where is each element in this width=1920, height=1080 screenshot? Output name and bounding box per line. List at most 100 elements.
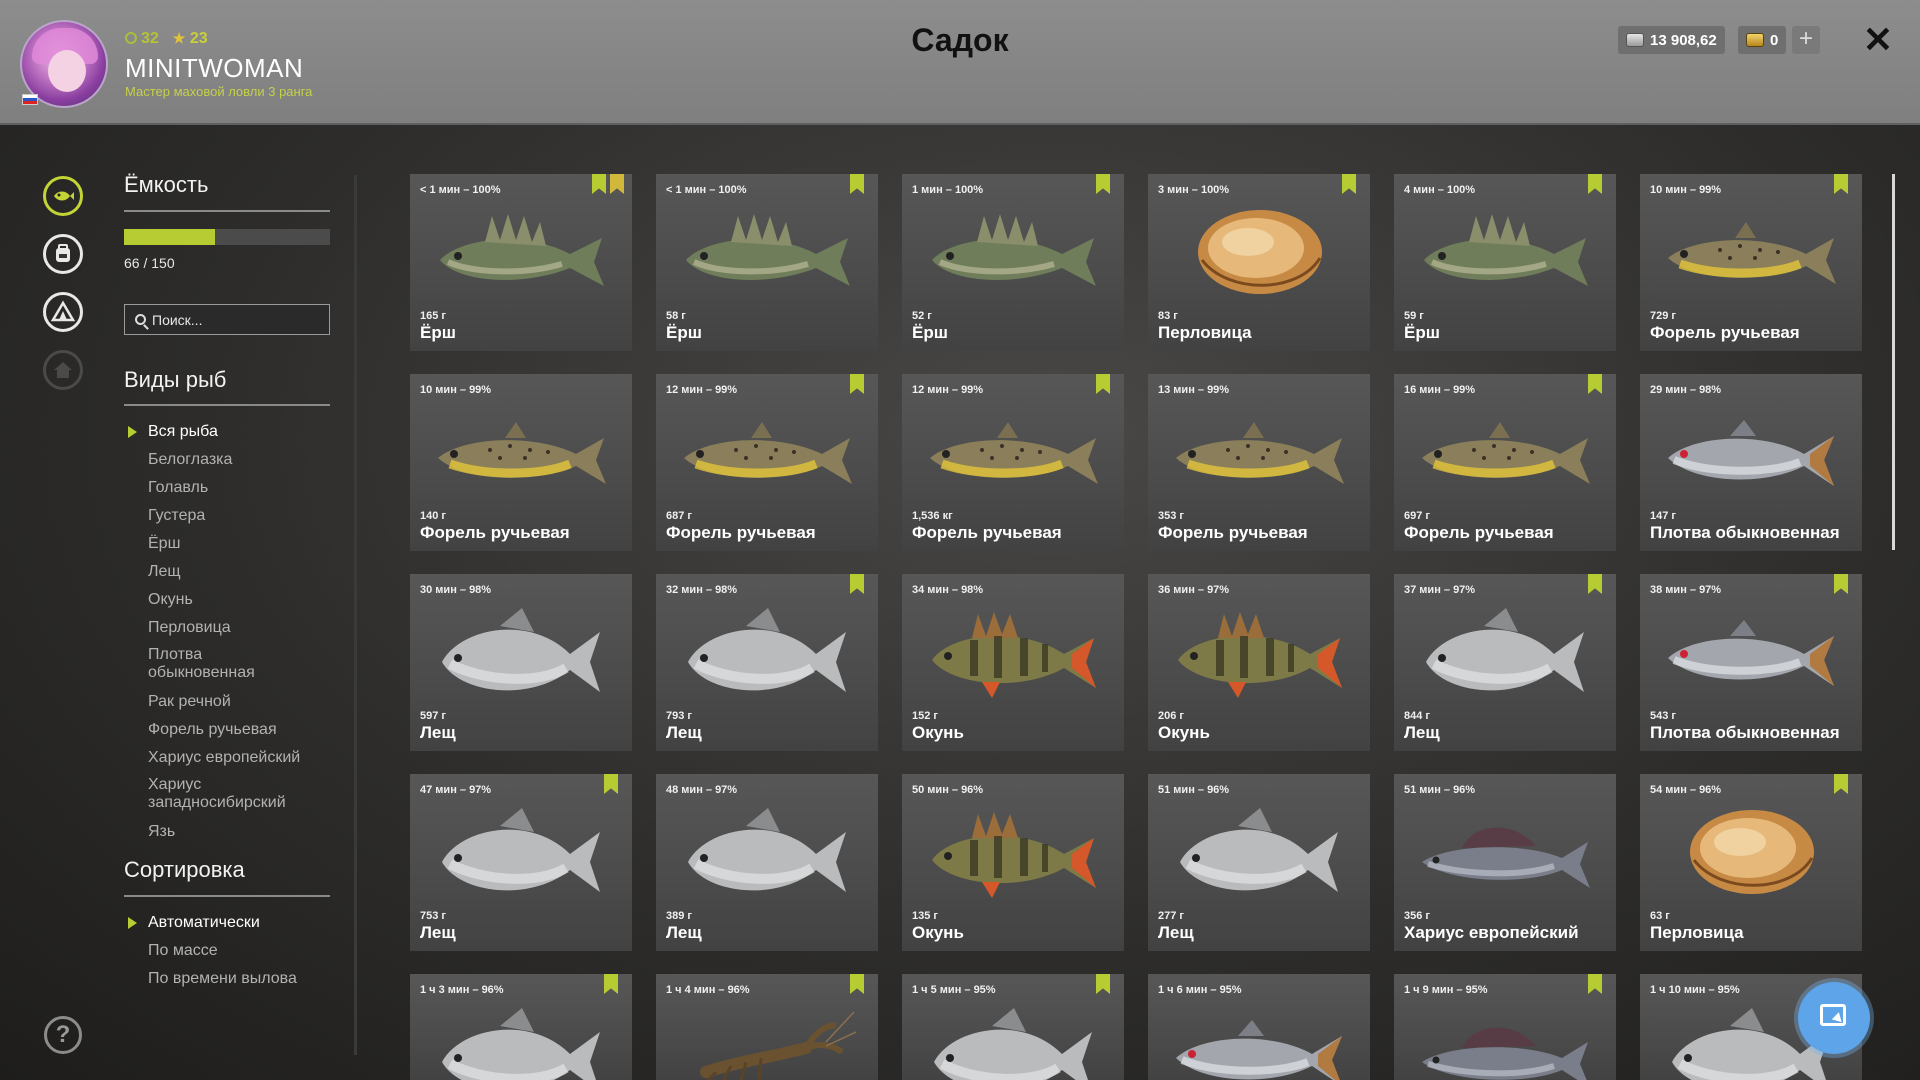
- catch-time-freshness: 10 мин – 99%: [1650, 184, 1722, 196]
- search-input[interactable]: Поиск...: [124, 304, 330, 335]
- keepnet-nav-button[interactable]: [43, 176, 83, 216]
- fish-card[interactable]: 34 мин – 98% 152 г Окунь: [902, 574, 1124, 751]
- fish-card[interactable]: 10 мин – 99% 140 г Форель ручьевая: [410, 374, 632, 551]
- fish-card[interactable]: 1 ч 4 мин – 96%: [656, 974, 878, 1080]
- bookmark-icon[interactable]: [850, 974, 864, 994]
- fish-card[interactable]: 50 мин – 96% 135 г Окунь: [902, 774, 1124, 951]
- bookmark-icon[interactable]: [850, 574, 864, 594]
- fish-name: Лещ: [1158, 923, 1194, 942]
- fish-name: Форель ручьевая: [666, 523, 816, 542]
- fish-card[interactable]: 32 мин – 98% 793 г Лещ: [656, 574, 878, 751]
- fish-weight: 356 г: [1404, 910, 1430, 922]
- catch-time-freshness: 38 мин – 97%: [1650, 584, 1722, 596]
- fish-card[interactable]: 51 мин – 96% 356 г Хариус европейский: [1394, 774, 1616, 951]
- fish-card[interactable]: 51 мин – 96% 277 г Лещ: [1148, 774, 1370, 951]
- species-filter-item[interactable]: Лещ: [148, 558, 300, 586]
- bookmark-icon[interactable]: [1834, 774, 1848, 794]
- species-filter-item[interactable]: Густера: [148, 502, 300, 530]
- catch-time-freshness: 12 мин – 99%: [666, 384, 738, 396]
- catch-time-freshness: 13 мин – 99%: [1158, 384, 1230, 396]
- bookmark-icon[interactable]: [1588, 574, 1602, 594]
- fish-card[interactable]: 1 ч 5 мин – 95%: [902, 974, 1124, 1080]
- sort-option[interactable]: По массе: [148, 937, 297, 965]
- bookmark-icon[interactable]: [1342, 174, 1356, 194]
- species-filter-item[interactable]: Рак речной: [148, 688, 300, 716]
- fish-weight: 697 г: [1404, 510, 1430, 522]
- catch-time-freshness: 10 мин – 99%: [420, 384, 492, 396]
- fish-card[interactable]: 1 ч 6 мин – 95%: [1148, 974, 1370, 1080]
- perch-image: [1178, 612, 1342, 698]
- bookmark-icon[interactable]: [1096, 374, 1110, 394]
- ruffe-image: [932, 214, 1096, 286]
- trout-image: [1668, 222, 1836, 284]
- bookmark-icon[interactable]: [1834, 174, 1848, 194]
- bookmark-icon[interactable]: [1588, 374, 1602, 394]
- trout-image: [930, 422, 1098, 484]
- species-filter-item[interactable]: Хариус европейский: [148, 744, 300, 772]
- fish-card[interactable]: 12 мин – 99% 1,536 кг Форель ручьевая: [902, 374, 1124, 551]
- home-nav-button[interactable]: [43, 350, 83, 390]
- bookmark-icon[interactable]: [850, 374, 864, 394]
- fish-card[interactable]: 10 мин – 99% 729 г Форель ручьевая: [1640, 174, 1862, 351]
- fish-card[interactable]: 30 мин – 98% 597 г Лещ: [410, 574, 632, 751]
- fish-card[interactable]: 1 мин – 100% 52 г Ёрш: [902, 174, 1124, 351]
- fish-card[interactable]: 13 мин – 99% 353 г Форель ручьевая: [1148, 374, 1370, 551]
- species-filter-item[interactable]: Вся рыба: [127, 418, 300, 446]
- species-filter-item[interactable]: Язь: [148, 818, 300, 846]
- sort-option[interactable]: По времени вылова: [148, 965, 297, 993]
- fish-card[interactable]: 54 мин – 96% 63 г Перловица: [1640, 774, 1862, 951]
- fish-card[interactable]: 37 мин – 97% 844 г Лещ: [1394, 574, 1616, 751]
- close-button[interactable]: ✕: [1860, 22, 1896, 58]
- species-filter-item[interactable]: Хариус западносибирский: [148, 772, 300, 818]
- fish-card[interactable]: 48 мин – 97% 389 г Лещ: [656, 774, 878, 951]
- fish-card[interactable]: 36 мин – 97% 206 г Окунь: [1148, 574, 1370, 751]
- sort-option[interactable]: Автоматически: [128, 909, 297, 937]
- bookmark-icon[interactable]: [604, 974, 618, 994]
- fish-weight: 140 г: [420, 510, 446, 522]
- help-button[interactable]: ?: [44, 1016, 82, 1054]
- fish-card[interactable]: 12 мин – 99% 687 г Форель ручьевая: [656, 374, 878, 551]
- species-filter-item[interactable]: Форель ручьевая: [148, 716, 300, 744]
- species-filter-item[interactable]: Перловица: [148, 614, 300, 642]
- catch-time-freshness: 1 ч 5 мин – 95%: [912, 984, 996, 996]
- bookmark-icon[interactable]: [604, 774, 618, 794]
- bookmark-icon[interactable]: [1096, 174, 1110, 194]
- roach-image: [1668, 620, 1834, 686]
- fish-name: Ёрш: [420, 323, 456, 342]
- species-filter-item[interactable]: Голавль: [148, 474, 300, 502]
- bookmark-icon[interactable]: [592, 174, 606, 194]
- bream-image: [934, 1008, 1092, 1080]
- sort-title: Сортировка: [124, 857, 245, 882]
- bookmark-icon[interactable]: [1834, 574, 1848, 594]
- species-filter-item[interactable]: Окунь: [148, 586, 300, 614]
- fish-card[interactable]: 38 мин – 97% 543 г Плотва обыкновенная: [1640, 574, 1862, 751]
- player-rank: Мастер маховой ловли 3 ранга: [125, 84, 313, 99]
- cursor-mode-button[interactable]: [1798, 982, 1870, 1054]
- fish-name: Лещ: [1404, 723, 1440, 742]
- fish-card[interactable]: 16 мин – 99% 697 г Форель ручьевая: [1394, 374, 1616, 551]
- fish-card[interactable]: < 1 мин – 100% 165 г Ёрш: [410, 174, 632, 351]
- fish-card[interactable]: < 1 мин – 100% 58 г Ёрш: [656, 174, 878, 351]
- fish-card[interactable]: 1 ч 9 мин – 95%: [1394, 974, 1616, 1080]
- fish-card[interactable]: 47 мин – 97% 753 г Лещ: [410, 774, 632, 951]
- fish-card[interactable]: 4 мин – 100% 59 г Ёрш: [1394, 174, 1616, 351]
- star-bookmark-icon[interactable]: [610, 174, 624, 194]
- bookmark-icon[interactable]: [850, 174, 864, 194]
- add-gold-button[interactable]: +: [1792, 26, 1820, 54]
- fish-card[interactable]: 3 мин – 100% 83 г Перловица: [1148, 174, 1370, 351]
- bookmark-icon[interactable]: [1096, 974, 1110, 994]
- fish-weight: 793 г: [666, 710, 692, 722]
- silver-balance: 13 908,62: [1618, 26, 1725, 54]
- camp-nav-button[interactable]: [43, 292, 83, 332]
- species-filter-item[interactable]: Ёрш: [148, 530, 300, 558]
- fish-card[interactable]: 29 мин – 98% 147 г Плотва обыкновенная: [1640, 374, 1862, 551]
- scrollbar[interactable]: [1892, 174, 1895, 550]
- backpack-nav-button[interactable]: [43, 234, 83, 274]
- bookmark-icon[interactable]: [1588, 974, 1602, 994]
- fish-card[interactable]: 1 ч 3 мин – 96%: [410, 974, 632, 1080]
- species-filter-item[interactable]: Белоглазка: [148, 446, 300, 474]
- species-filter-list: Вся рыба Белоглазка Голавль Густера Ёрш Лещ Ок…: [127, 418, 300, 846]
- species-filter-item[interactable]: Плотва обыкновенная: [148, 642, 300, 688]
- bookmark-icon[interactable]: [1588, 174, 1602, 194]
- fish-name: Форель ручьевая: [420, 523, 570, 542]
